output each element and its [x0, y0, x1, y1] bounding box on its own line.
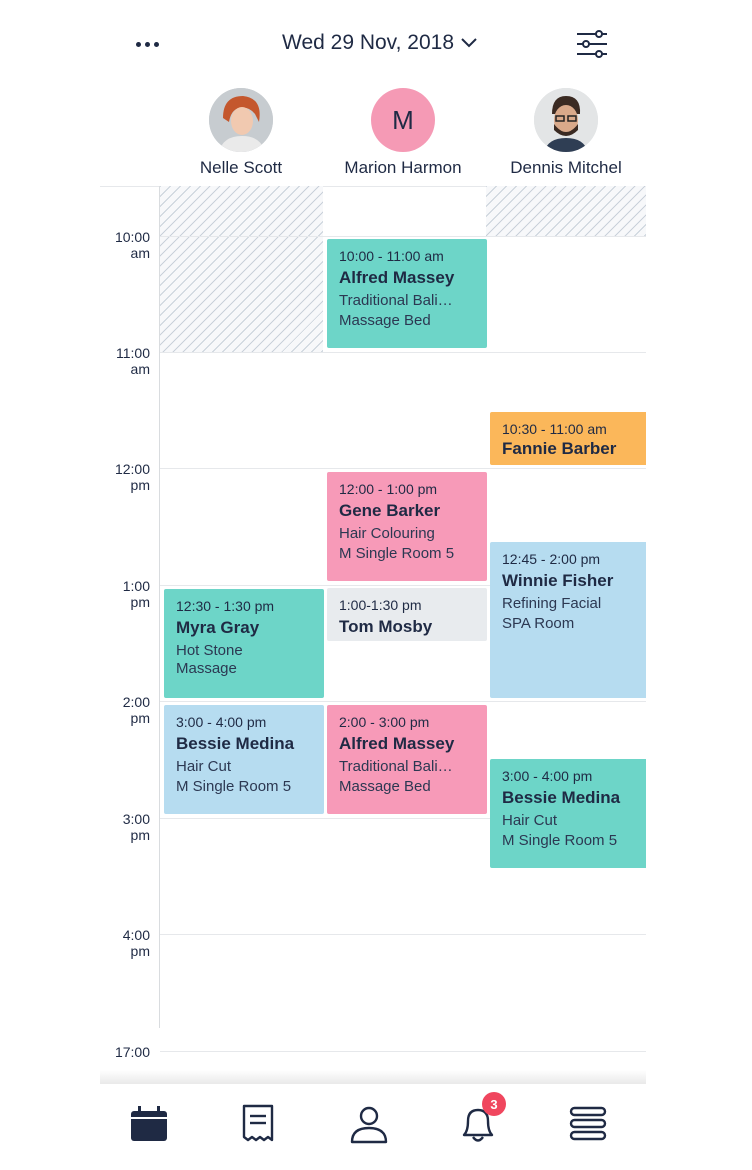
avatar: [534, 88, 598, 152]
time-label: 1:00 pm: [122, 578, 150, 610]
time-label: 4:00 pm: [122, 927, 150, 959]
appointment-room: M Single Room 5: [502, 832, 618, 849]
appointment-card[interactable]: 12:00 - 1:00 pm Gene Barker Hair Colouri…: [327, 472, 487, 581]
time-label: 3:00 pm: [122, 811, 150, 843]
appointment-room: SPA Room: [502, 615, 575, 632]
appointment-service: Refining Facial: [502, 595, 602, 612]
user-icon: [350, 1106, 388, 1144]
staff-name: Dennis Mitchel: [510, 158, 622, 177]
bottom-tab-bar: [100, 1084, 646, 1160]
appointment-room: Massage: [176, 660, 237, 677]
more-horizontal-icon: [135, 41, 141, 47]
appointment-client: Winnie Fisher: [502, 571, 614, 590]
appointment-room: M Single Room 5: [339, 545, 455, 562]
appointment-time: 10:00 - 11:00 am: [339, 248, 444, 264]
filter-button[interactable]: [574, 26, 610, 62]
appointment-service: Hair Cut: [502, 812, 558, 829]
appointment-time: 10:30 - 11:00 am: [502, 421, 607, 437]
chevron-down-icon: [460, 31, 478, 55]
hour-line: [160, 1051, 646, 1052]
staff-column-header[interactable]: Dennis Mitchel: [491, 88, 641, 178]
appointment-time: 3:00 - 4:00 pm: [502, 768, 593, 784]
appointment-room: Massage Bed: [339, 312, 431, 329]
appointment-service: Traditional Bali…: [339, 758, 453, 775]
appointment-time: 12:00 - 1:00 pm: [339, 481, 438, 497]
hour-line: [160, 236, 646, 237]
appointment-client: Alfred Massey: [339, 734, 455, 753]
staff-name: Nelle Scott: [199, 158, 283, 177]
date-selector[interactable]: Wed 29 Nov, 2018: [250, 28, 510, 58]
notification-badge: 3: [482, 1092, 506, 1116]
avatar: M: [371, 88, 435, 152]
appointment-client: Alfred Massey: [339, 268, 455, 287]
day-schedule-grid[interactable]: 10:00 am 11:00 am 12:00 pm 1:00 pm 2:00 pm 3:…: [100, 186, 646, 1081]
more-dot: [144, 41, 150, 47]
time-label: 10:00 am: [114, 229, 150, 261]
appointment-client: Fannie Barber: [502, 439, 617, 458]
receipt-icon: [242, 1104, 274, 1142]
tab-calendar[interactable]: [127, 1102, 171, 1146]
appointment-card[interactable]: 10:30 - 11:00 am Fannie Barber: [490, 412, 646, 465]
appointment-time: 12:45 - 2:00 pm: [502, 551, 601, 567]
more-dot: [153, 41, 159, 47]
appointment-client: Bessie Medina: [176, 734, 295, 753]
date-label: Wed 29 Nov, 2018: [282, 31, 454, 54]
scroll-shadow: [100, 1070, 646, 1084]
appointment-service: Hot Stone: [176, 642, 243, 659]
appointment-room: Massage Bed: [339, 778, 431, 795]
hour-line: [160, 468, 646, 469]
unavailable-block: [486, 186, 646, 236]
hour-line: [160, 352, 646, 353]
menu-icon: [569, 1106, 607, 1141]
tab-menu[interactable]: [566, 1102, 610, 1146]
appointment-time: 3:00 - 4:00 pm: [176, 714, 267, 730]
staff-column-header[interactable]: Nelle Scott: [166, 88, 316, 178]
appointment-card[interactable]: 3:00 - 4:00 pm Bessie Medina Hair Cut M …: [490, 759, 646, 868]
hour-line: [160, 934, 646, 935]
appointment-service: Hair Cut: [176, 758, 232, 775]
appointment-client: Tom Mosby: [339, 617, 433, 636]
tab-sales[interactable]: [236, 1102, 280, 1146]
appointment-service: Hair Colouring: [339, 525, 435, 542]
sliders-icon: [577, 30, 607, 58]
appointment-service: Traditional Bali…: [339, 292, 453, 309]
appointment-time: 2:00 - 3:00 pm: [339, 714, 430, 730]
appointment-client: Bessie Medina: [502, 788, 621, 807]
appointment-card[interactable]: 3:00 - 4:00 pm Bessie Medina Hair Cut M …: [164, 705, 324, 814]
appointment-time: 1:00-1:30 pm: [339, 597, 422, 613]
time-label: 11:00 am: [116, 345, 150, 377]
appointment-card[interactable]: 2:00 - 3:00 pm Alfred Massey Traditional…: [327, 705, 487, 814]
time-label: 2:00 pm: [122, 694, 150, 726]
avatar: [209, 88, 273, 152]
staff-column-header[interactable]: M Marion Harmon: [328, 88, 478, 178]
appointment-client: Myra Gray: [176, 618, 260, 637]
appointment-card[interactable]: 12:45 - 2:00 pm Winnie Fisher Refining F…: [490, 542, 646, 698]
calendar-icon: [131, 1106, 167, 1141]
more-options-button[interactable]: [130, 30, 164, 58]
appointment-card[interactable]: 1:00-1:30 pm Tom Mosby: [327, 588, 487, 641]
tab-clients[interactable]: [347, 1102, 391, 1146]
appointment-room: M Single Room 5: [176, 778, 292, 795]
appointment-card[interactable]: 12:30 - 1:30 pm Myra Gray Hot Stone Mass…: [164, 589, 324, 698]
appointment-card[interactable]: 10:00 - 11:00 am Alfred Massey Tradition…: [327, 239, 487, 348]
hour-line: [160, 701, 646, 702]
appointment-client: Gene Barker: [339, 501, 441, 520]
appointment-time: 12:30 - 1:30 pm: [176, 598, 275, 614]
time-label: 12:00 pm: [114, 461, 150, 493]
time-label: 17:00: [114, 1044, 150, 1060]
avatar-initial: M: [392, 104, 414, 135]
unavailable-block: [160, 186, 323, 352]
staff-name: Marion Harmon: [344, 158, 462, 177]
